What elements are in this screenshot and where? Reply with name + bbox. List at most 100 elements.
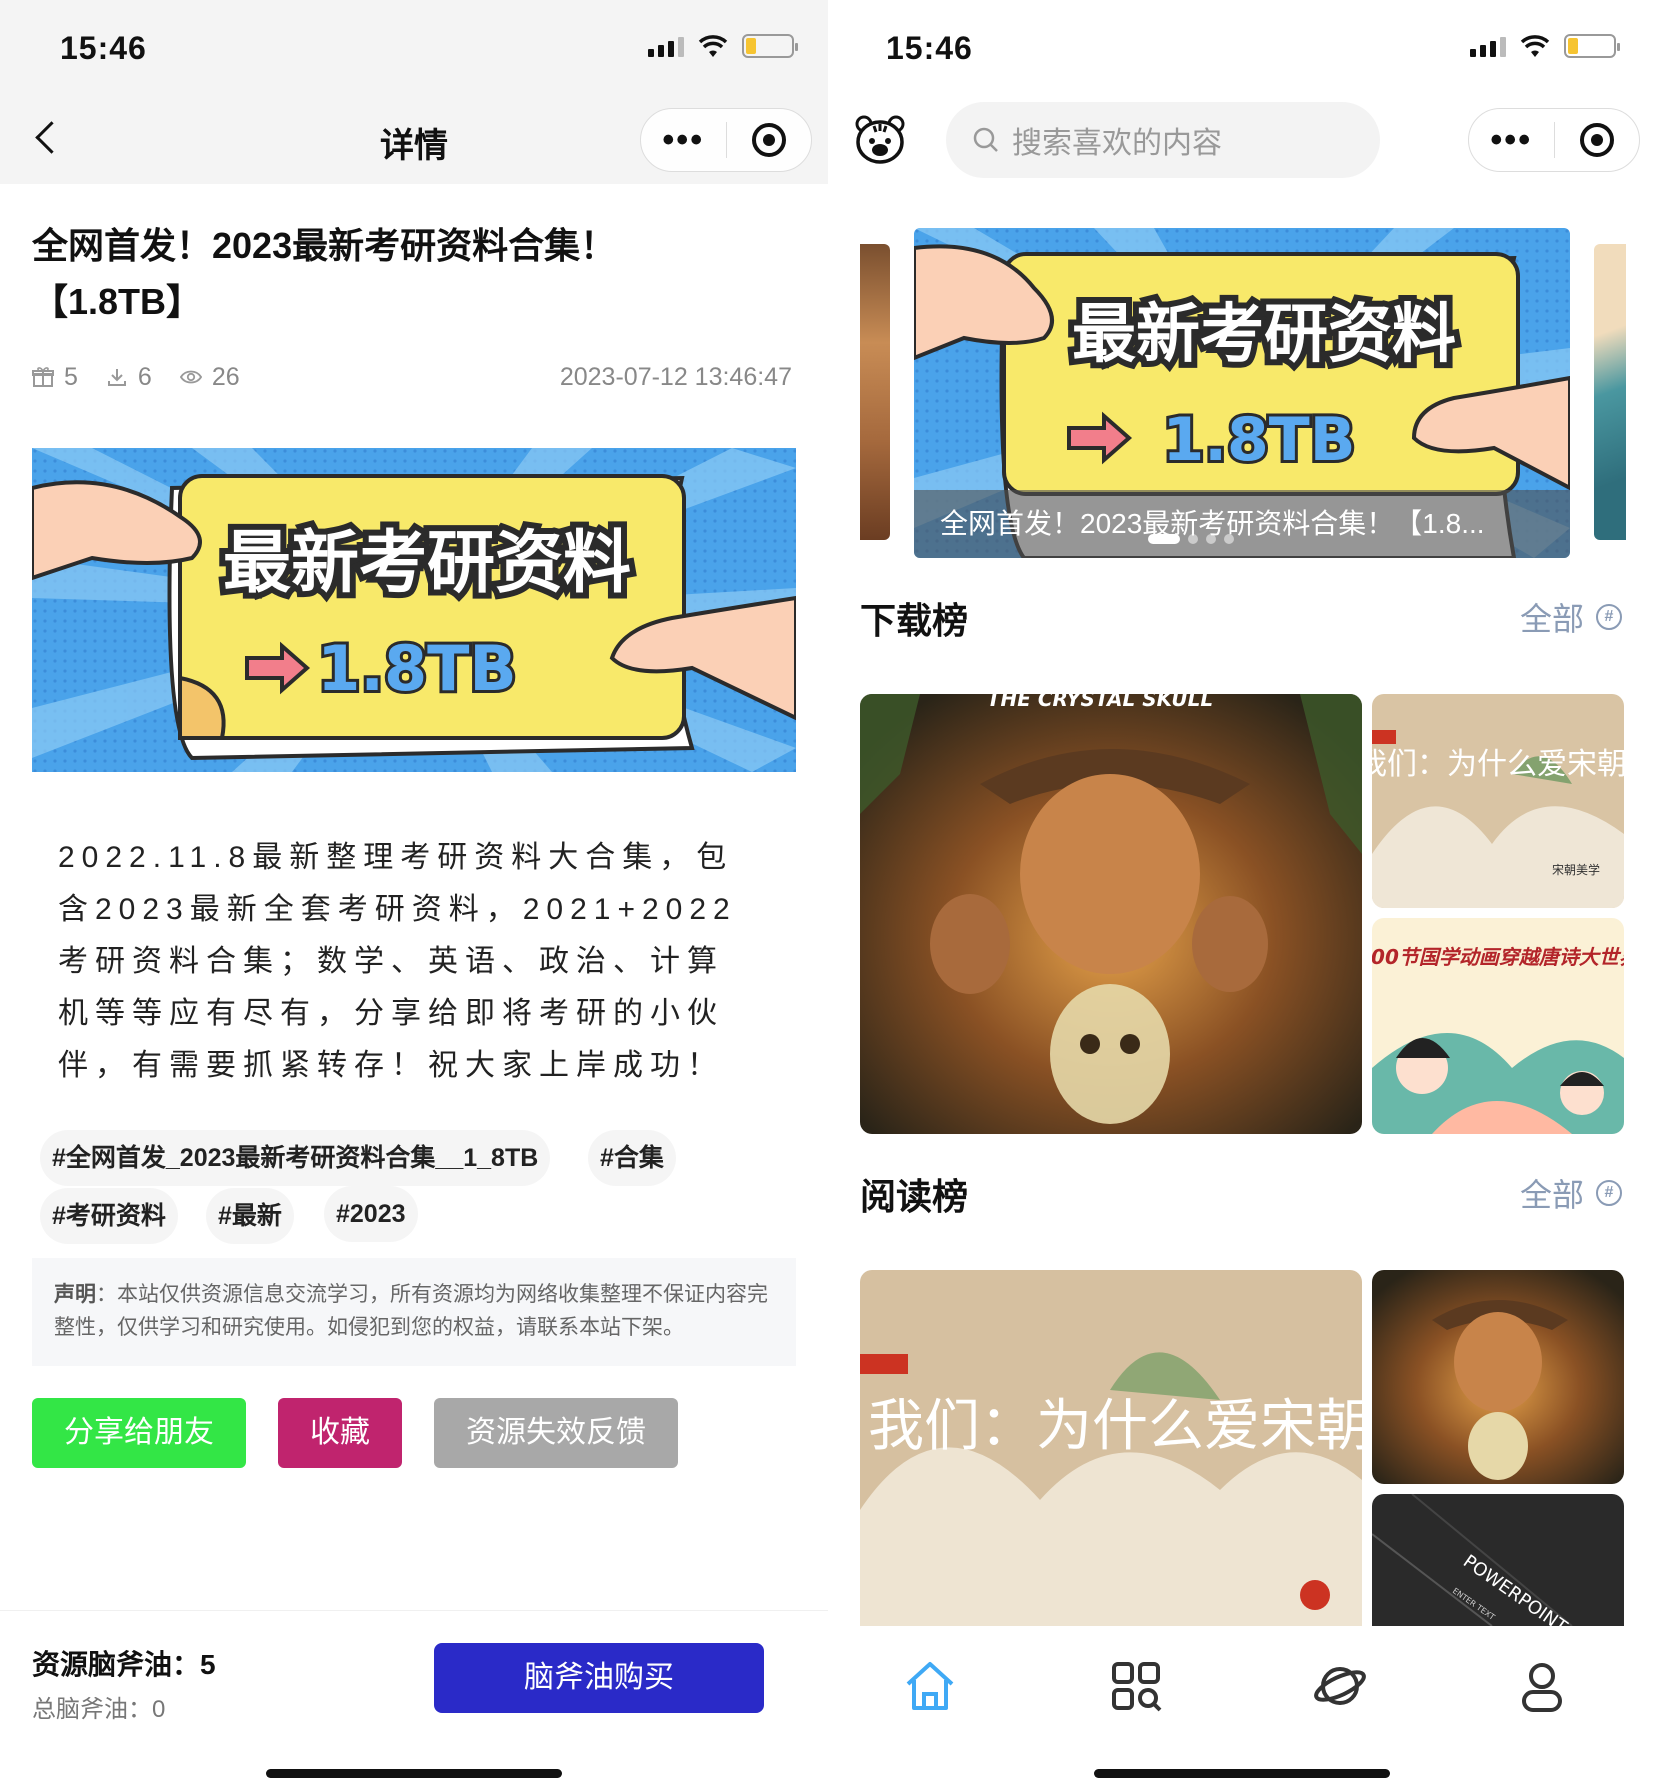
tag-item[interactable]: #合集 — [588, 1130, 676, 1186]
target-icon — [751, 123, 786, 157]
resource-oil-value: 5 — [200, 1649, 216, 1680]
tag-item[interactable]: #全网首发_2023最新考研资料合集__1_8TB — [40, 1130, 551, 1186]
tag-item[interactable]: #最新 — [206, 1188, 294, 1244]
signal-icon — [1470, 35, 1506, 57]
download-count: 6 — [106, 363, 152, 392]
all-label: 全部 — [1519, 601, 1584, 637]
miniapp-capsule: ••• — [1468, 108, 1640, 172]
favorite-button[interactable]: 收藏 — [278, 1398, 402, 1468]
read-rank-item-song[interactable]: 我们：为什么爱宋朝 — [860, 1270, 1362, 1626]
hash-circle-icon: # — [1596, 1180, 1622, 1206]
total-oil-label: 总脑斧油： — [32, 1696, 152, 1723]
status-icons — [1470, 34, 1620, 58]
disclaimer-label: 声明 — [54, 1283, 96, 1306]
share-button[interactable]: 分享给朋友 — [32, 1398, 246, 1468]
disclaimer-text: ：本站仅供资源信息交流学习，所有资源均为网络收集整理不保证内容完整性，仅供学习和… — [54, 1283, 768, 1339]
banner-next-peek[interactable] — [1594, 244, 1626, 540]
miniapp-capsule: ••• — [640, 108, 812, 172]
banner-size: 1.8TB — [1163, 405, 1356, 475]
more-button[interactable]: ••• — [1469, 123, 1554, 157]
purchase-bar: 资源脑斧油：5 总脑斧油：0 脑斧油购买 — [0, 1610, 828, 1792]
cover-size: 1.8TB — [317, 632, 516, 705]
download-rank-item-song[interactable]: 我们：为什么爱宋朝 宋朝美学 — [1372, 694, 1624, 908]
report-invalid-button[interactable]: 资源失效反馈 — [434, 1398, 678, 1468]
eye-icon — [179, 366, 202, 388]
hash-circle-icon: # — [1596, 604, 1622, 630]
bottom-tab-bar — [828, 1626, 1656, 1792]
post-date: 2023-07-12 13:46:47 — [559, 362, 792, 391]
post-description: 2022.11.8最新整理考研资料大合集，包含2023最新全套考研资料，2021… — [58, 841, 737, 1082]
banner-carousel[interactable]: 最新考研资料 1.8TB 全网首发！2023最新考研资料合集！【1.8... — [828, 226, 1656, 560]
total-oil-value: 0 — [152, 1696, 166, 1723]
tag-item[interactable]: #2023 — [324, 1186, 418, 1242]
banner-prev-peek[interactable] — [860, 244, 890, 540]
banner-headline: 最新考研资料 — [1072, 298, 1456, 372]
target-icon — [1579, 123, 1614, 157]
banner-caption: 全网首发！2023最新考研资料合集！【1.8... — [914, 490, 1570, 558]
close-miniapp-button[interactable] — [727, 123, 812, 157]
carousel-dot-active — [1148, 534, 1180, 544]
post-meta: 5 6 26 2023-07-12 13:46:47 — [32, 360, 792, 394]
movie-title-text: THE CRYSTAL SKULL — [987, 694, 1213, 711]
view-count: 26 — [179, 362, 240, 392]
user-icon — [1522, 1663, 1562, 1712]
gift-count: 5 — [32, 363, 78, 392]
song-sub-text: 宋朝美学 — [1552, 862, 1600, 877]
more-button[interactable]: ••• — [641, 123, 726, 157]
download-rank-item-animation[interactable]: 100节国学动画穿越唐诗大世界 — [1372, 918, 1624, 1134]
close-miniapp-button[interactable] — [1555, 123, 1640, 157]
wifi-icon — [1520, 35, 1550, 57]
wifi-icon — [698, 35, 728, 57]
total-oil: 总脑斧油：0 — [32, 1689, 165, 1724]
status-time: 15:46 — [886, 30, 973, 66]
view-count-value: 26 — [211, 362, 240, 391]
read-rank-item-ppt[interactable]: POWERPOINT ENTER TEXT — [1372, 1494, 1624, 1626]
carousel-dot — [1224, 534, 1234, 544]
download-icon — [106, 366, 128, 388]
read-rank-item-movie[interactable] — [1372, 1270, 1624, 1484]
home-icon — [906, 1662, 954, 1710]
resource-oil-label: 资源脑斧油： — [32, 1649, 201, 1680]
signal-icon — [648, 35, 684, 57]
tab-discover[interactable] — [1106, 1656, 1166, 1716]
gift-count-value: 5 — [64, 362, 78, 391]
carousel-dot — [1206, 534, 1216, 544]
download-rank-title: 下载榜 — [860, 600, 969, 641]
status-bar: 15:46 — [0, 0, 828, 100]
carousel-dot — [1188, 534, 1198, 544]
tag-item[interactable]: #考研资料 — [40, 1188, 178, 1244]
read-rank-all-link[interactable]: 全部 # — [1520, 1170, 1622, 1216]
tab-explore[interactable] — [1310, 1656, 1370, 1716]
gift-icon — [32, 366, 54, 388]
search-placeholder: 搜索喜欢的内容 — [1012, 127, 1222, 160]
tab-home[interactable] — [900, 1656, 960, 1716]
home-indicator — [266, 1769, 562, 1778]
all-label: 全部 — [1519, 1177, 1584, 1213]
post-title: 全网首发！2023最新考研资料合集！【1.8TB】 — [32, 225, 617, 322]
song-title-large-text: 我们：为什么爱宋朝 — [868, 1394, 1362, 1459]
search-input[interactable]: 搜索喜欢的内容 — [946, 102, 1380, 178]
planet-icon — [1314, 1667, 1366, 1705]
download-rank-item-movie[interactable]: THE CRYSTAL SKULL — [860, 694, 1362, 1134]
carousel-indicator — [1148, 534, 1234, 544]
banner-slide[interactable]: 最新考研资料 1.8TB 全网首发！2023最新考研资料合集！【1.8... — [914, 228, 1570, 558]
tab-profile[interactable] — [1512, 1656, 1572, 1716]
resource-oil: 资源脑斧油：5 — [32, 1643, 216, 1683]
status-time: 15:46 — [60, 30, 147, 66]
buy-oil-button[interactable]: 脑斧油购买 — [434, 1643, 764, 1713]
battery-icon — [1564, 34, 1620, 58]
disclaimer: 声明：本站仅供资源信息交流学习，所有资源均为网络收集整理不保证内容完整性，仅供学… — [32, 1258, 796, 1366]
tiger-logo-icon[interactable] — [854, 114, 906, 166]
search-icon — [972, 126, 1000, 154]
song-title-text: 我们：为什么爱宋朝 — [1372, 747, 1624, 782]
animation-title-text: 100节国学动画穿越唐诗大世界 — [1372, 945, 1624, 969]
status-bar: 15:46 — [828, 0, 1656, 100]
post-cover-image: 最新考研资料 1.8TB — [32, 448, 796, 772]
download-rank-all-link[interactable]: 全部 # — [1520, 594, 1622, 640]
home-indicator — [1094, 1769, 1390, 1778]
detail-screen: 15:46 详情 ••• 全网首发！2023最新考研资料合集！【1.8TB】 5… — [0, 0, 828, 1792]
home-screen: 15:46 搜索喜欢的内容 ••• 最新考研资料 1.8TB 全网首发！2023… — [828, 0, 1656, 1792]
grid-search-icon — [1112, 1662, 1162, 1712]
cover-headline: 最新考研资料 — [223, 524, 631, 603]
download-count-value: 6 — [137, 362, 152, 391]
